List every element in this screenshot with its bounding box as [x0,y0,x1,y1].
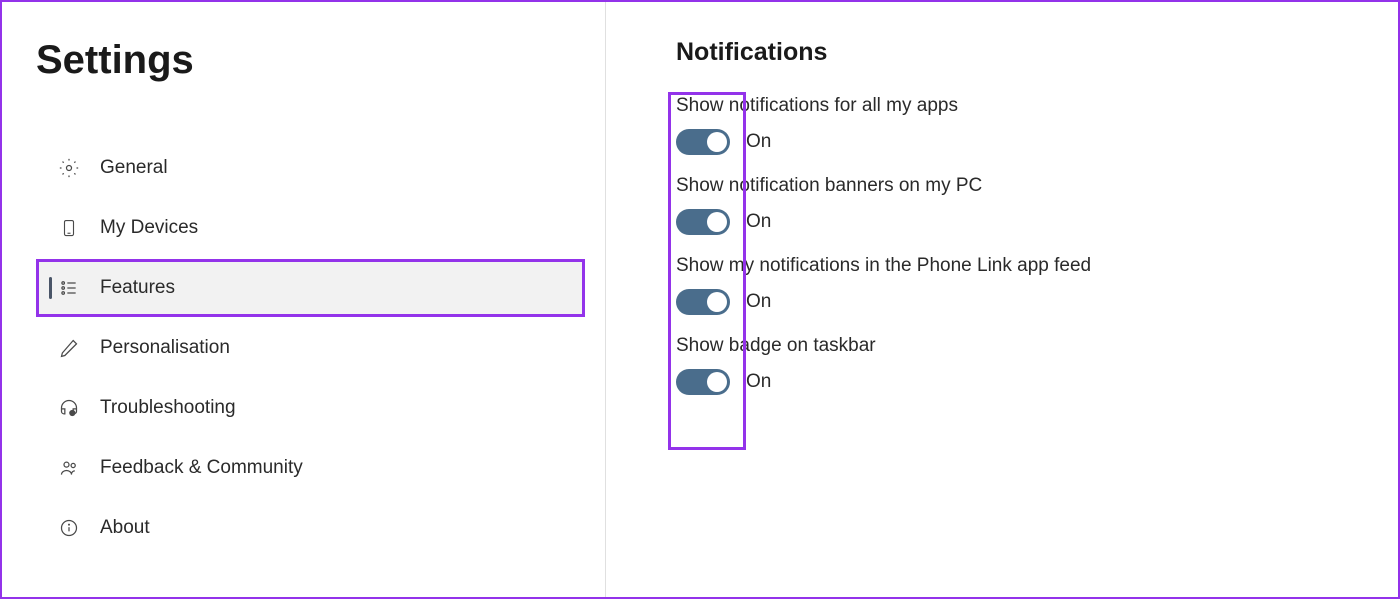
sidebar-item-label: Personalisation [100,337,230,359]
sidebar-item-label: General [100,157,168,179]
sidebar-item-label: My Devices [100,217,198,239]
list-icon [58,277,80,299]
sidebar-item-label: Troubleshooting [100,397,236,419]
setting-label: Show notifications for all my apps [676,95,1358,117]
phone-icon [58,217,80,239]
setting-show-notifications-all-apps: Show notifications for all my apps On [676,95,1358,155]
setting-label: Show badge on taskbar [676,335,1358,357]
sidebar-item-personalisation[interactable]: Personalisation [36,319,585,377]
setting-show-badge-taskbar: Show badge on taskbar On [676,335,1358,395]
page-title: Settings [36,38,585,83]
content-area: Notifications Show notifications for all… [606,2,1398,597]
sidebar-item-troubleshooting[interactable]: ? Troubleshooting [36,379,585,437]
people-icon [58,457,80,479]
annotation-highlight-box [668,92,746,450]
headset-help-icon: ? [58,397,80,419]
setting-label: Show my notifications in the Phone Link … [676,255,1358,277]
pen-icon [58,337,80,359]
section-title: Notifications [676,38,1358,67]
setting-show-notifications-app-feed: Show my notifications in the Phone Link … [676,255,1358,315]
setting-show-notification-banners: Show notification banners on my PC On [676,175,1358,235]
nav-list: General My Devices [36,139,585,557]
sidebar-item-my-devices[interactable]: My Devices [36,199,585,257]
gear-icon [58,157,80,179]
sidebar-item-features[interactable]: Features [36,259,585,317]
toggle-state-label: On [746,371,771,393]
sidebar-item-label: About [100,517,150,539]
settings-sidebar: Settings General M [2,2,606,597]
sidebar-item-about[interactable]: About [36,499,585,557]
toggle-state-label: On [746,211,771,233]
sidebar-item-label: Feedback & Community [100,457,303,479]
sidebar-item-label: Features [100,277,175,299]
info-icon [58,517,80,539]
toggle-state-label: On [746,291,771,313]
svg-text:?: ? [71,412,73,416]
toggle-state-label: On [746,131,771,153]
setting-label: Show notification banners on my PC [676,175,1358,197]
sidebar-item-feedback-community[interactable]: Feedback & Community [36,439,585,497]
sidebar-item-general[interactable]: General [36,139,585,197]
